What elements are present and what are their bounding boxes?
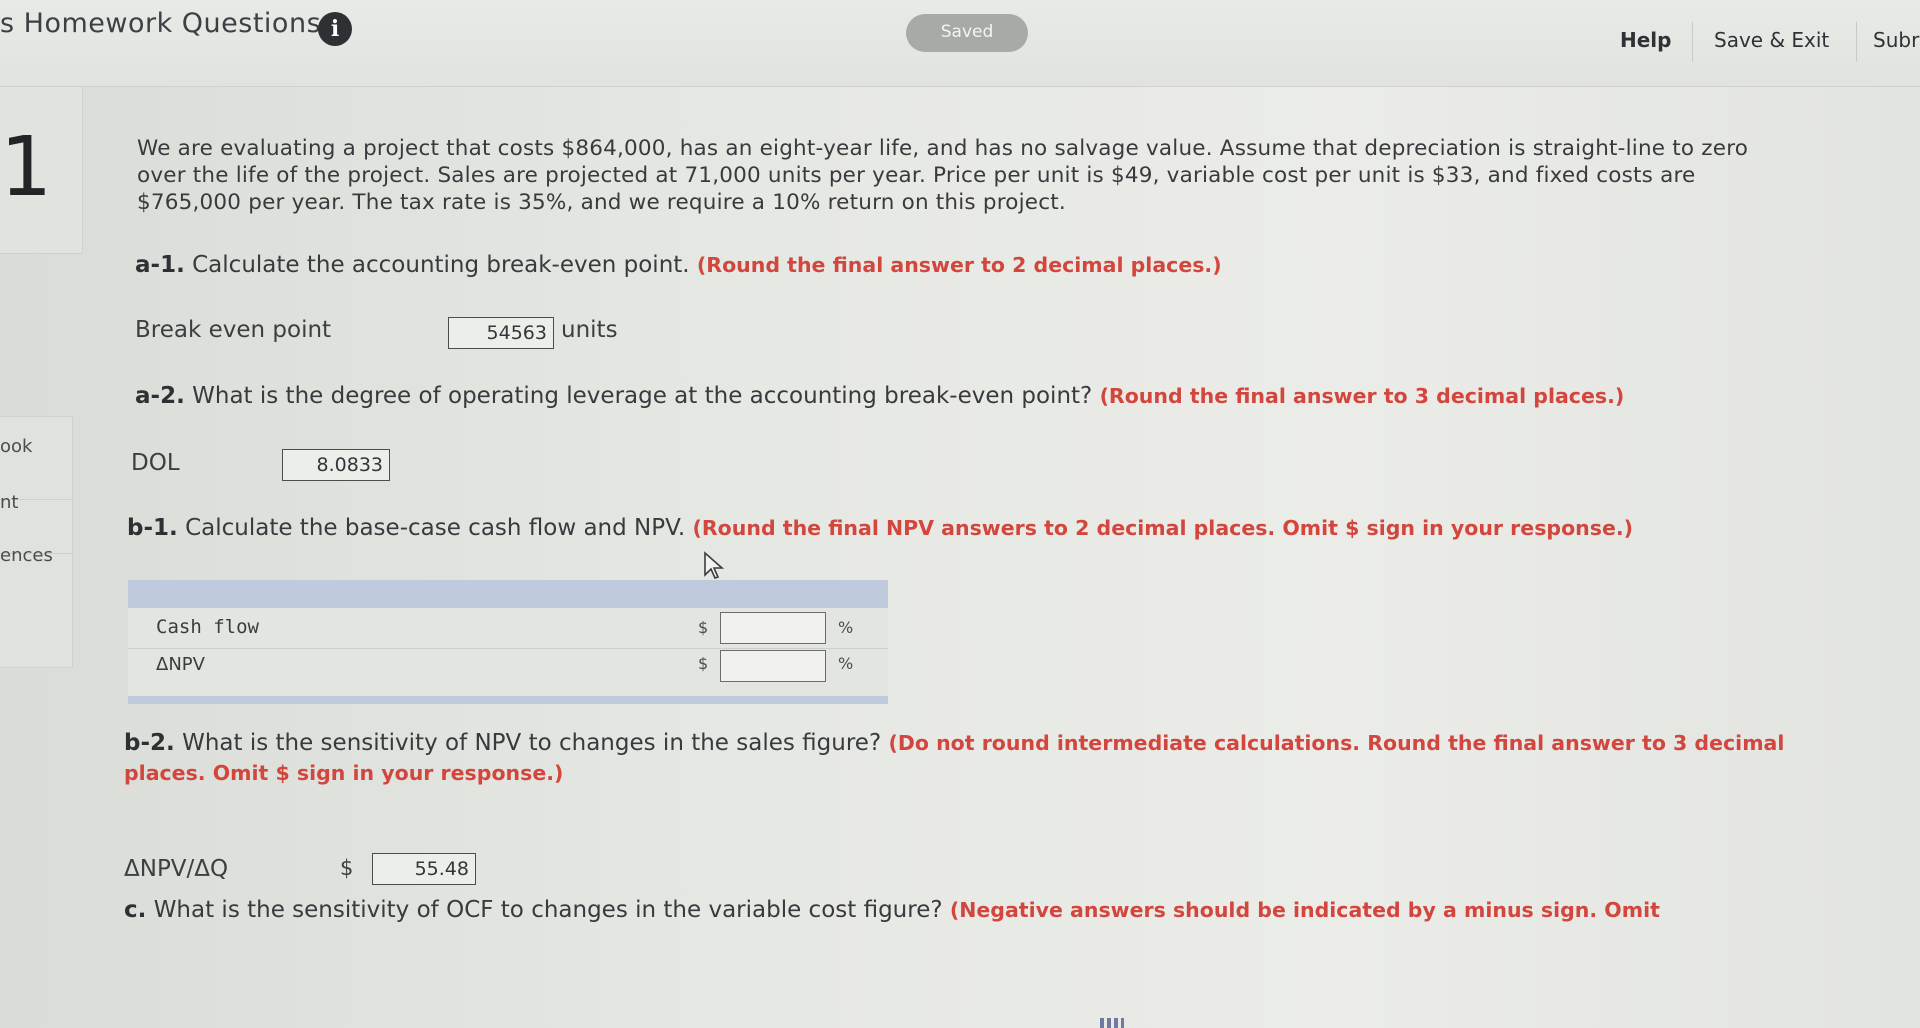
question-text: What is the sensitivity of NPV to change…: [182, 730, 882, 756]
percent-symbol: %: [838, 654, 854, 673]
currency-symbol: $: [698, 654, 709, 673]
question-b1: b-1. Calculate the base-case cash flow a…: [127, 513, 1633, 543]
npv-sensitivity-label: ΔNPV/ΔQ: [124, 856, 229, 882]
rounding-instruction: (Round the final answer to 2 decimal pla…: [696, 253, 1222, 277]
npv-sensitivity-input[interactable]: 55.48: [372, 853, 476, 885]
table-footer: [128, 696, 888, 704]
units-label: units: [561, 317, 618, 343]
problem-statement: We are evaluating a project that costs $…: [137, 136, 1749, 215]
pagination-marks: [1100, 1018, 1124, 1028]
question-text: Calculate the accounting break-even poin…: [192, 252, 690, 278]
question-number-label: b-2.: [124, 730, 175, 756]
percent-symbol: %: [838, 618, 854, 637]
cash-flow-npv-table: Cash flow $ % ΔNPV $ %: [128, 580, 888, 704]
dol-label: DOL: [131, 450, 180, 476]
question-number-label: a-1.: [135, 252, 185, 278]
cash-flow-input[interactable]: [720, 612, 826, 644]
dol-input[interactable]: 8.0833: [282, 449, 390, 481]
table-header: [128, 580, 888, 608]
question-text: What is the degree of operating leverage…: [192, 383, 1093, 409]
page: s Homework Questions i Saved Help Save &…: [0, 0, 1920, 1028]
currency-symbol: $: [698, 618, 709, 637]
question-b2: b-2. What is the sensitivity of NPV to c…: [124, 728, 1824, 788]
question-a2: a-2. What is the degree of operating lev…: [135, 381, 1624, 411]
currency-symbol: $: [340, 856, 354, 880]
row-divider: [128, 648, 888, 649]
rounding-instruction: (Round the final answer to 3 decimal pla…: [1099, 384, 1625, 408]
break-even-input[interactable]: 54563: [448, 317, 554, 349]
npv-input[interactable]: [720, 650, 826, 682]
question-text: What is the sensitivity of OCF to change…: [153, 897, 943, 923]
question-text: Calculate the base-case cash flow and NP…: [185, 515, 686, 541]
rounding-instruction: (Round the final NPV answers to 2 decima…: [692, 516, 1634, 540]
cash-flow-label: Cash flow: [156, 616, 259, 638]
rounding-instruction: (Negative answers should be indicated by…: [949, 898, 1660, 922]
npv-label: ΔNPV: [156, 654, 205, 675]
question-content: We are evaluating a project that costs $…: [0, 0, 1920, 1028]
question-number-label: c.: [124, 897, 147, 923]
break-even-label: Break even point: [135, 317, 332, 343]
question-number-label: a-2.: [135, 383, 185, 409]
question-c: c. What is the sensitivity of OCF to cha…: [124, 895, 1844, 925]
question-number-label: b-1.: [127, 515, 178, 541]
question-a1: a-1. Calculate the accounting break-even…: [135, 250, 1222, 280]
